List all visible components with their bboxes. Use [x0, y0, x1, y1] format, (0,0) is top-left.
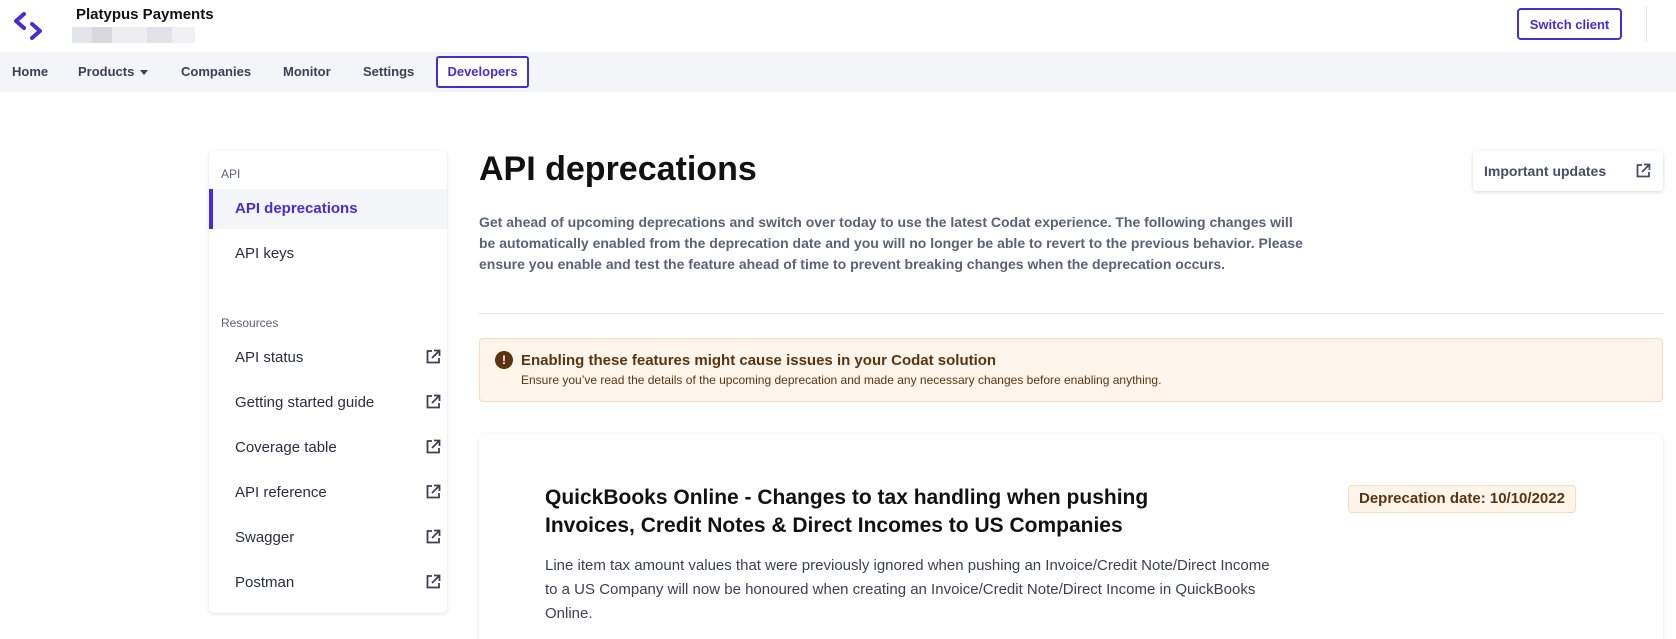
nav-developers[interactable]: Developers	[436, 56, 529, 88]
sidebar-item-label: Postman	[235, 574, 295, 591]
external-link-icon	[426, 574, 441, 589]
deprecation-description: Line item tax amount values that were pr…	[545, 557, 1270, 622]
codat-logo-icon[interactable]	[12, 10, 44, 42]
top-header: Platypus Payments Switch client	[0, 0, 1676, 52]
important-updates-label: Important updates	[1484, 163, 1607, 179]
developers-sidebar: API API deprecations API keys Resources …	[209, 151, 447, 613]
warning-text: Ensure you’ve read the details of the up…	[521, 373, 1162, 387]
sidebar-item-label: API reference	[235, 484, 327, 501]
sidebar-item-api-deprecations[interactable]: API deprecations	[209, 189, 447, 229]
sidebar-item-swagger[interactable]: Swagger	[209, 518, 447, 558]
sidebar-item-label: Getting started guide	[235, 394, 375, 411]
sidebar-item-api-status[interactable]: API status	[209, 338, 447, 378]
header-divider	[1646, 6, 1647, 42]
nav-settings[interactable]: Settings	[363, 52, 414, 92]
deprecation-title: QuickBooks Online - Changes to tax handl…	[545, 486, 1149, 537]
client-id-redacted	[72, 27, 195, 43]
external-link-icon	[426, 529, 441, 544]
sidebar-item-postman[interactable]: Postman	[209, 563, 447, 603]
nav-products-label: Products	[78, 64, 135, 79]
sidebar-section-api: API	[221, 167, 241, 181]
nav-home[interactable]: Home	[12, 52, 48, 92]
sidebar-item-api-keys[interactable]: API keys	[209, 234, 447, 274]
nav-companies[interactable]: Companies	[181, 52, 251, 92]
deprecation-card: QuickBooks Online - Changes to tax handl…	[479, 434, 1663, 639]
sidebar-item-label: Swagger	[235, 529, 295, 546]
warning-title: Enabling these features might cause issu…	[521, 352, 997, 369]
sidebar-item-coverage-table[interactable]: Coverage table	[209, 428, 447, 468]
section-divider	[479, 313, 1663, 314]
sidebar-item-api-reference[interactable]: API reference	[209, 473, 447, 513]
sidebar-section-resources: Resources	[221, 316, 279, 330]
page-title: API deprecations	[479, 150, 757, 188]
nav-monitor[interactable]: Monitor	[283, 52, 331, 92]
external-link-icon	[1636, 163, 1651, 178]
main-nav: Home Products Companies Monitor Settings…	[0, 52, 1676, 92]
important-updates-button[interactable]: Important updates	[1473, 151, 1663, 191]
sidebar-item-label: API status	[235, 349, 304, 366]
warning-icon: !	[495, 351, 513, 369]
warning-banner: ! Enabling these features might cause is…	[479, 338, 1663, 402]
sidebar-item-getting-started-guide[interactable]: Getting started guide	[209, 383, 447, 423]
external-link-icon	[426, 439, 441, 454]
sidebar-item-label: Coverage table	[235, 439, 337, 456]
intro-text: Get ahead of upcoming deprecations and s…	[479, 214, 1303, 272]
external-link-icon	[426, 394, 441, 409]
external-link-icon	[426, 349, 441, 364]
chevron-down-icon	[140, 70, 149, 76]
client-name: Platypus Payments	[76, 6, 214, 23]
nav-products[interactable]: Products	[78, 52, 149, 92]
deprecation-date-badge: Deprecation date: 10/10/2022	[1348, 485, 1576, 513]
switch-client-button[interactable]: Switch client	[1517, 8, 1622, 40]
external-link-icon	[426, 484, 441, 499]
